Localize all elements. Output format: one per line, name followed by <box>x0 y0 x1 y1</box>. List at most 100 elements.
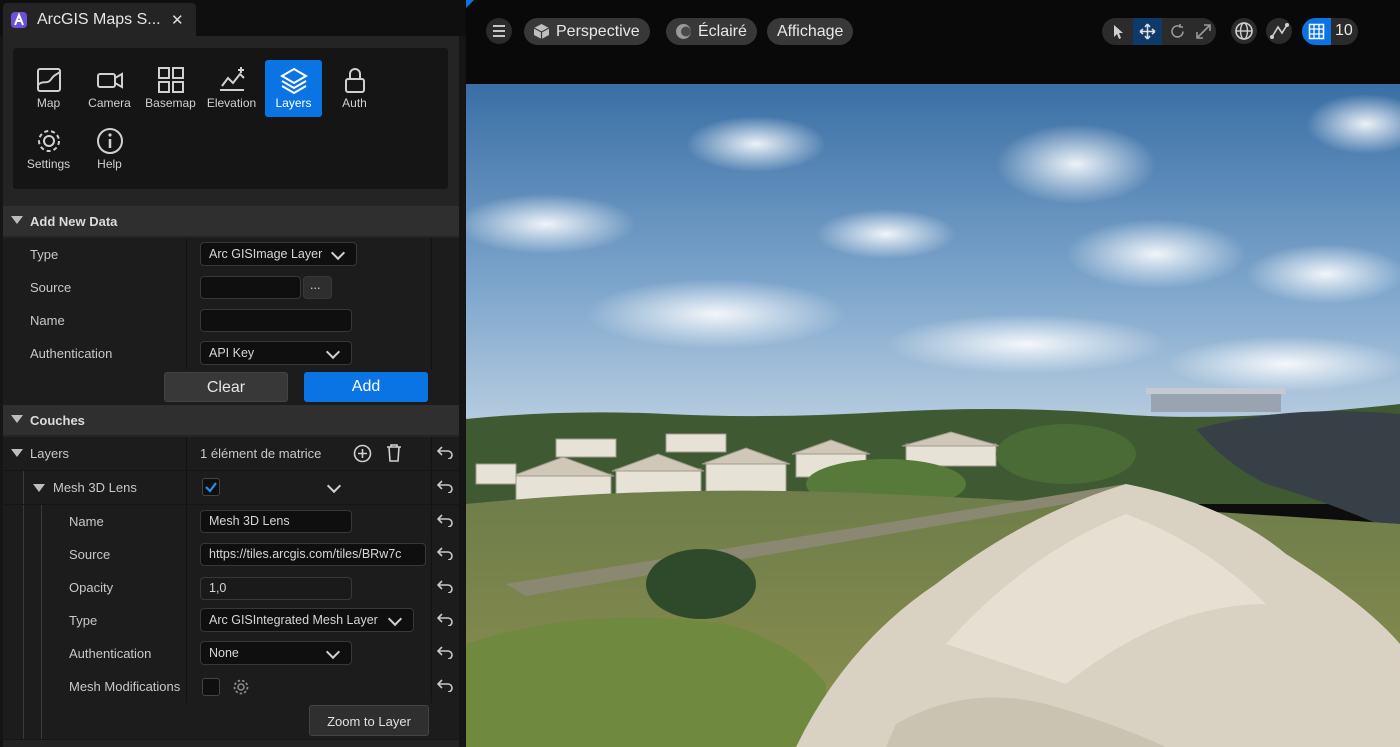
reset-icon[interactable] <box>437 678 453 692</box>
snap-icon <box>1270 23 1289 39</box>
reset-icon[interactable] <box>437 645 453 659</box>
tool-help-label: Help <box>97 157 122 171</box>
viewport-menu-button[interactable] <box>486 18 512 44</box>
mesh-mod-label: Mesh Modifications <box>69 679 181 694</box>
expand-arrow-icon[interactable] <box>33 484 45 492</box>
tool-auth[interactable]: Auth <box>326 60 383 117</box>
scale-icon[interactable] <box>1195 23 1212 40</box>
scene-render[interactable] <box>466 84 1400 747</box>
add-new-data-header[interactable]: Add New Data <box>3 206 459 236</box>
gear-icon[interactable] <box>232 678 250 696</box>
browse-button[interactable]: ... <box>303 276 332 299</box>
reset-icon[interactable] <box>437 579 453 593</box>
layer-source-input[interactable]: https://tiles.arcgis.com/tiles/BRw7c <box>200 543 426 566</box>
tool-basemap[interactable]: Basemap <box>142 60 199 117</box>
trash-icon[interactable] <box>385 443 403 463</box>
globe-icon <box>1235 22 1253 40</box>
layer-auth-label: Authentication <box>69 646 152 661</box>
layer-item-row: Mesh 3D Lens <box>3 471 459 505</box>
layer-name-input[interactable]: Mesh 3D Lens <box>200 510 352 533</box>
tool-camera[interactable]: Camera <box>81 60 138 117</box>
tool-layers[interactable]: Layers <box>265 60 322 117</box>
hamburger-icon <box>493 25 505 37</box>
auth-dropdown-value: API Key <box>209 346 255 360</box>
camera-icon <box>96 72 123 89</box>
add-name-row: Name <box>3 304 459 338</box>
type-label: Type <box>30 247 59 262</box>
tool-help[interactable]: Help <box>81 121 138 178</box>
select-cursor-icon[interactable] <box>1110 23 1126 40</box>
source-input[interactable] <box>200 276 301 299</box>
close-icon[interactable]: ✕ <box>171 11 184 29</box>
layers-icon <box>279 67 308 94</box>
add-type-row: Type Arc GISImage Layer <box>3 238 459 272</box>
chevron-down-icon[interactable] <box>326 478 342 494</box>
add-element-icon[interactable] <box>353 444 372 463</box>
arcgis-logo-icon <box>11 12 27 28</box>
world-space-button[interactable] <box>1231 18 1257 44</box>
chevron-down-icon <box>325 644 341 660</box>
reset-icon[interactable] <box>437 513 453 527</box>
add-new-data-title: Add New Data <box>30 214 118 229</box>
couches-header[interactable]: Couches <box>3 405 459 435</box>
viewport-corner-marker <box>466 0 474 8</box>
reset-icon[interactable] <box>437 479 453 493</box>
panel-tab[interactable]: ArcGIS Maps S... ✕ <box>3 3 196 36</box>
type-dropdown[interactable]: Arc GISImage Layer <box>200 242 357 266</box>
show-button[interactable]: Affichage <box>767 18 854 45</box>
layer-name-label: Name <box>69 514 104 529</box>
tool-elevation[interactable]: Elevation <box>203 60 260 117</box>
type-dropdown-value: Arc GISImage Layer <box>209 247 323 261</box>
translate-tool-active[interactable] <box>1133 18 1162 45</box>
layer-item-label: Mesh 3D Lens <box>53 480 137 495</box>
tool-layers-label: Layers <box>275 96 312 110</box>
layer-opacity-label: Opacity <box>69 580 114 595</box>
info-icon <box>96 128 123 154</box>
layer-type-value: Arc GISIntegrated Mesh Layer <box>209 613 378 627</box>
clear-button[interactable]: Clear <box>164 372 288 402</box>
chevron-down-icon <box>330 245 346 261</box>
layer-auth-dropdown[interactable]: None <box>200 641 352 665</box>
grid-snap-toggle[interactable] <box>1302 18 1331 45</box>
add-button[interactable]: Add <box>304 372 428 402</box>
layer-mesh-mod-row: Mesh Modifications <box>3 670 459 704</box>
elevation-icon <box>219 67 245 91</box>
lit-mode-button[interactable]: Éclairé <box>666 18 757 45</box>
mesh-mod-checkbox[interactable] <box>202 678 220 696</box>
rotate-icon[interactable] <box>1169 23 1186 40</box>
reset-icon[interactable] <box>437 546 453 560</box>
layer-type-row: Type Arc GISIntegrated Mesh Layer <box>3 604 459 638</box>
layer-enabled-checkbox[interactable] <box>202 478 220 496</box>
layers-label: Layers <box>30 446 70 461</box>
tool-settings[interactable]: Settings <box>20 121 77 178</box>
name-input[interactable] <box>200 309 352 332</box>
chevron-down-icon <box>387 611 403 627</box>
auth-dropdown[interactable]: API Key <box>200 341 352 365</box>
layer-type-dropdown[interactable]: Arc GISIntegrated Mesh Layer <box>200 608 414 632</box>
show-label: Affichage <box>777 23 844 40</box>
grid-snap-value: 10 <box>1335 22 1353 39</box>
perspective-label: Perspective <box>556 23 640 40</box>
add-source-row: Source ... <box>3 271 459 305</box>
surface-snap-button[interactable] <box>1266 18 1292 44</box>
expand-arrow-icon[interactable] <box>11 449 23 457</box>
layer-opacity-input[interactable]: 1,0 <box>200 577 352 600</box>
grid-snap-control[interactable]: 10 <box>1302 18 1358 45</box>
collapse-arrow-icon <box>11 415 23 423</box>
zoom-to-layer-button[interactable]: Zoom to Layer <box>309 705 429 736</box>
source-label: Source <box>30 280 72 295</box>
map-icon <box>36 68 61 92</box>
collapse-arrow-icon <box>11 216 23 224</box>
tool-map-label: Map <box>36 96 61 110</box>
layer-opacity-row: Opacity 1,0 <box>3 571 459 605</box>
checkmark-icon <box>205 482 217 493</box>
tab-title: ArcGIS Maps S... <box>37 11 161 28</box>
basemap-icon <box>157 67 184 93</box>
layer-auth-value: None <box>209 646 239 660</box>
perspective-button[interactable]: Perspective <box>524 18 650 45</box>
transform-tools <box>1102 18 1216 45</box>
reset-icon[interactable] <box>437 612 453 626</box>
auth-label: Authentication <box>30 346 113 361</box>
tool-map[interactable]: Map <box>20 60 77 117</box>
reset-icon[interactable] <box>437 445 453 459</box>
